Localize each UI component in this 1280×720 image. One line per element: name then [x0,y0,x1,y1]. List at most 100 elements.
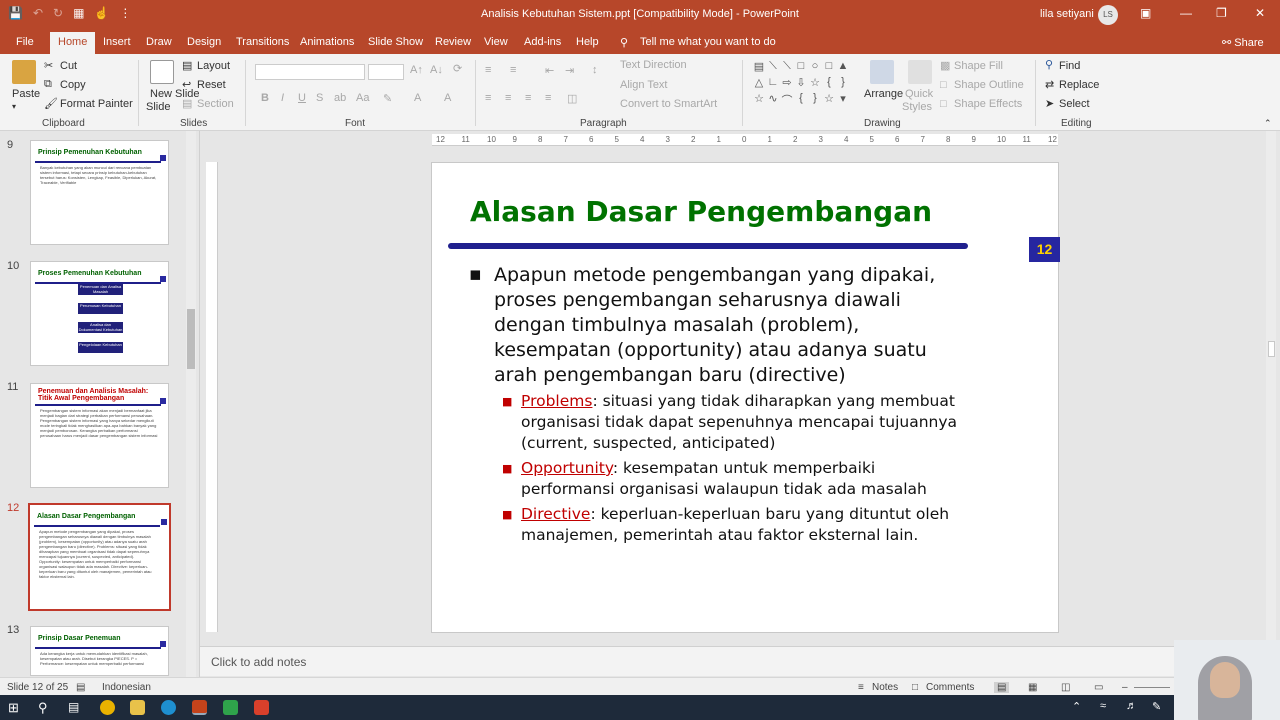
shape-effects-icon[interactable]: □ [940,98,947,110]
copy-icon[interactable]: ⧉ [44,78,52,91]
arrange-icon[interactable] [870,60,894,84]
normal-view-icon[interactable]: ▤ [994,682,1010,693]
select-icon[interactable]: ➤ [1045,97,1054,110]
find-button[interactable]: Find [1059,60,1080,72]
slide-sorter-icon[interactable]: ▦ [1028,682,1037,693]
avatar[interactable]: LS [1098,5,1118,25]
tab-insert[interactable]: Insert [103,36,131,48]
notes-pane[interactable]: Click to add notes [200,646,1280,676]
reading-view-icon[interactable]: ◫ [1061,682,1070,693]
shape-curve-icon[interactable]: ∿ [766,92,780,108]
powerpoint-taskbar-icon[interactable] [192,700,207,715]
slide-thumbnail-12-selected[interactable]: Alasan Dasar Pengembangan Apapun metode … [28,503,171,611]
numbering-icon[interactable]: ≡ [510,64,516,76]
slide-thumbnail-9[interactable]: Prinsip Pemenuhan Kebutuhan Banyak kebut… [30,140,169,245]
volume-icon[interactable]: ♬ [1126,700,1141,715]
editor-scrollbar-thumb[interactable] [1268,341,1275,357]
shape-brace-icon[interactable]: } [808,92,822,108]
font-size-combo[interactable] [368,64,404,80]
decrease-font-icon[interactable]: A↓ [430,64,443,76]
font-name-combo[interactable] [255,64,365,80]
tab-design[interactable]: Design [187,36,221,48]
shape-more-icon[interactable]: ▾ [836,92,850,108]
slide-thumbnail-11[interactable]: Penemuan dan Analisis Masalah: Titik Awa… [30,383,169,488]
maximize-icon[interactable]: ❐ [1216,6,1227,20]
find-icon[interactable]: ⚲ [1045,58,1053,71]
bullets-icon[interactable]: ≡ [485,64,491,76]
section-icon[interactable]: ▤ [182,97,192,110]
text-direction-button[interactable]: Text Direction [620,59,687,71]
close-icon[interactable]: ✕ [1255,6,1265,20]
horizontal-ruler[interactable]: 12 11 10 9 8 7 6 5 4 3 2 1 0 1 2 3 4 5 6 7 8 9 10 11 12 [432,134,1058,146]
paste-button[interactable]: Paste [12,88,40,100]
shape-star-icon[interactable]: ☆ [752,92,766,108]
shape-textbox-icon[interactable]: ▤ [752,60,766,76]
notes-toggle-icon[interactable]: ≡ [858,682,864,693]
zoom-out-icon[interactable]: – [1122,682,1128,693]
zoom-slider[interactable] [1134,687,1170,688]
new-slide-icon[interactable] [150,60,174,84]
justify-icon[interactable]: ≡ [545,92,551,104]
notes-placeholder[interactable]: Click to add notes [211,655,306,669]
shape-brace-icon[interactable]: { [794,92,808,108]
format-painter-icon[interactable]: 🖌 [44,97,58,110]
main-bullet[interactable]: ▪ Apapun metode pengembangan yang dipaka… [469,263,1012,388]
italic-button[interactable]: I [281,92,284,104]
new-slide-button-line2[interactable]: Slide [146,101,170,113]
quick-styles-button[interactable]: Quick [905,88,933,100]
clear-formatting-icon[interactable]: ⟳ [453,62,462,75]
cut-icon[interactable]: ✂ [44,59,53,72]
layout-icon[interactable]: ▤ [182,59,192,72]
chrome-icon[interactable] [100,700,115,715]
comments-icon[interactable]: □ [912,682,918,693]
section-button[interactable]: Section [197,98,234,110]
shape-bent-icon[interactable]: ∟ [766,76,780,92]
tab-transitions[interactable]: Transitions [236,36,289,48]
shape-effects-button[interactable]: Shape Effects [954,98,1022,110]
align-text-button[interactable]: Align Text [620,79,668,91]
tell-me-search[interactable]: Tell me what you want to do [640,36,776,48]
change-case-icon[interactable]: Aa [356,92,369,104]
underline-button[interactable]: U [298,92,306,104]
shape-oval-icon[interactable]: ○ [808,60,822,76]
tab-animations[interactable]: Animations [300,36,354,48]
shape-line-icon[interactable]: ⟍ [780,60,794,76]
shape-arrow-icon[interactable]: ⇨ [780,76,794,92]
tab-help[interactable]: Help [576,36,599,48]
shape-brace-icon[interactable]: { [822,76,836,92]
search-icon[interactable]: ⚲ [38,700,53,715]
format-painter-button[interactable]: Format Painter [60,98,133,110]
shape-fill-icon[interactable]: ▩ [940,59,950,72]
character-spacing-icon[interactable]: ab [334,92,346,104]
accessibility-icon[interactable]: ▤ [76,682,85,693]
shape-scroll-icon[interactable]: ▲ [836,60,850,76]
notes-toggle-button[interactable]: Notes [872,682,898,693]
layout-button[interactable]: Layout [197,60,230,72]
tab-add-ins[interactable]: Add-ins [524,36,561,48]
decrease-indent-icon[interactable]: ⇤ [545,64,554,77]
recorder-icon[interactable] [254,700,269,715]
slide-title[interactable]: Alasan Dasar Pengembangan [470,195,932,228]
comments-button[interactable]: Comments [926,682,974,693]
shape-fill-button[interactable]: Shape Fill [954,60,1003,72]
wifi-icon[interactable]: ≈ [1100,700,1115,715]
quick-styles-button-line2[interactable]: Styles [902,101,932,113]
thumbnail-pane[interactable]: 9 Prinsip Pemenuhan Kebutuhan Banyak keb… [0,131,200,677]
thumbnail-scrollbar-thumb[interactable] [187,309,195,369]
slide-thumbnail-10[interactable]: Proses Pemenuhan Kebutuhan Penemuan dan … [30,261,169,366]
file-explorer-icon[interactable] [130,700,145,715]
vertical-ruler[interactable] [206,162,218,632]
sub-bullet-problems[interactable]: ■ Problems: situasi yang tidak diharapka… [502,391,1022,454]
editor-scrollbar[interactable] [1266,131,1276,646]
collapse-ribbon-icon[interactable]: ⌃ [1264,118,1272,129]
text-shadow-icon[interactable]: A [444,92,451,104]
cut-button[interactable]: Cut [60,60,77,72]
shape-rect-icon[interactable]: □ [822,60,836,76]
windows-start-icon[interactable]: ⊞ [8,700,23,715]
language-indicator[interactable]: Indonesian [102,682,151,693]
thumbnail-scrollbar[interactable] [186,131,196,677]
columns-icon[interactable]: ◫ [567,92,577,105]
shape-brace-icon[interactable]: } [836,76,850,92]
paste-dropdown-icon[interactable]: ▾ [12,102,16,111]
line-spacing-icon[interactable]: ↕ [592,64,598,76]
